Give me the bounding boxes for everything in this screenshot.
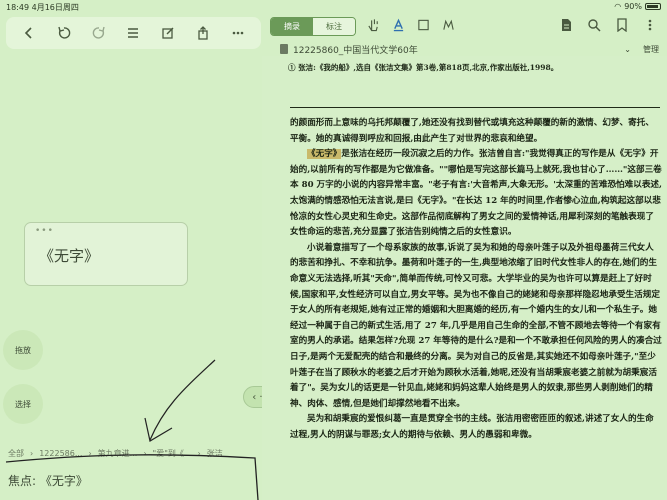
chevron-right-icon: › <box>30 449 34 458</box>
more-vertical-icon[interactable] <box>643 18 657 32</box>
breadcrumb-item[interactable]: 第九章进... <box>98 448 138 459</box>
chevron-right-icon: › <box>143 449 147 458</box>
file-name[interactable]: 12225860_中国当代文学60年 <box>293 43 418 56</box>
select-button[interactable]: 选择 <box>3 384 43 424</box>
reader-toolbar: 摘录 标注 <box>262 14 667 38</box>
edit-icon[interactable] <box>161 26 175 40</box>
back-icon[interactable] <box>22 26 36 40</box>
node-text: 《无字》 <box>39 247 100 265</box>
battery-icon <box>645 3 661 10</box>
battery-indicator: ◠ 90% <box>614 2 661 11</box>
lasso-icon[interactable] <box>442 18 455 32</box>
paragraph: 小说着意描写了一个母系家族的故事,诉说了吴为和她的母亲叶莲子以及外祖母墨荷三代女… <box>290 242 662 409</box>
chevron-down-icon[interactable]: ⌄ <box>624 45 631 54</box>
node-handle-icon[interactable]: ••• <box>35 226 54 236</box>
breadcrumb-item[interactable]: 1222586... <box>39 449 82 458</box>
hand-icon[interactable] <box>367 18 380 32</box>
status-time: 18:49 4月16日周四 <box>6 3 79 12</box>
document-text[interactable]: 的颜面形而上意味的乌托邦颠覆了,她还没有找到替代或填充这种颠覆的新的激情、幻梦、… <box>290 116 662 443</box>
paragraph: 吴为和胡秉宸的爱恨纠葛一直是贯穿全书的主线。张洁用密密匝匝的叙述,讲述了女人的生… <box>290 414 654 440</box>
share-icon[interactable] <box>196 26 210 40</box>
drag-button[interactable]: 拖放 <box>3 330 43 370</box>
tab-excerpt[interactable]: 摘录 <box>271 18 313 35</box>
footnote: ① 张洁:《我的船》,选自《张洁文集》第3卷,第818页,北京,作家出版社,19… <box>288 63 559 72</box>
wifi-icon: ◠ <box>614 2 622 11</box>
mindmap-toolbar <box>6 17 261 49</box>
breadcrumb-item[interactable]: 全部 <box>8 448 24 459</box>
file-icon <box>280 44 288 54</box>
tab-annotate[interactable]: 标注 <box>313 18 355 35</box>
breadcrumb-item[interactable]: 张洁 <box>207 448 223 459</box>
manage-button[interactable]: 管理 <box>643 44 659 55</box>
mindmap-node[interactable]: ••• 《无字》 <box>24 222 188 286</box>
breadcrumb-item[interactable]: "爱"到《... <box>153 448 192 459</box>
focus-label: 焦点: 《无字》 <box>8 474 88 488</box>
redo-icon[interactable] <box>92 26 106 40</box>
paragraph: 《无字》是张洁在经历一段沉寂之后的力作。张洁曾自言:"我觉得真正的写作是从《无字… <box>290 149 662 238</box>
document-page[interactable]: ① 张洁:《我的船》,选自《张洁文集》第3卷,第818页,北京,作家出版社,19… <box>262 56 667 500</box>
status-bar: 18:49 4月16日周四 ◠ 90% <box>0 0 667 14</box>
document-icon[interactable] <box>559 18 573 32</box>
breadcrumb: 全部 › 1222586... › 第九章进... › "爱"到《... › 张洁 <box>8 448 223 459</box>
rect-select-icon[interactable] <box>417 18 430 32</box>
chevron-right-icon: › <box>197 449 201 458</box>
bookmark-icon[interactable] <box>615 18 629 32</box>
highlighted-text[interactable]: 《无字》 <box>307 149 342 160</box>
undo-icon[interactable] <box>57 26 71 40</box>
paragraph: 的颜面形而上意味的乌托邦颠覆了,她还没有找到替代或填充这种颠覆的新的激情、幻梦、… <box>290 118 654 144</box>
file-bar: 12225860_中国当代文学60年 ⌄ 管理 <box>280 42 667 56</box>
list-icon[interactable] <box>126 26 140 40</box>
more-icon[interactable] <box>231 26 245 40</box>
chevron-right-icon: › <box>88 449 92 458</box>
divider <box>290 107 660 108</box>
search-icon[interactable] <box>587 18 601 32</box>
text-select-icon[interactable] <box>392 18 405 32</box>
mode-tabs: 摘录 标注 <box>270 17 356 36</box>
